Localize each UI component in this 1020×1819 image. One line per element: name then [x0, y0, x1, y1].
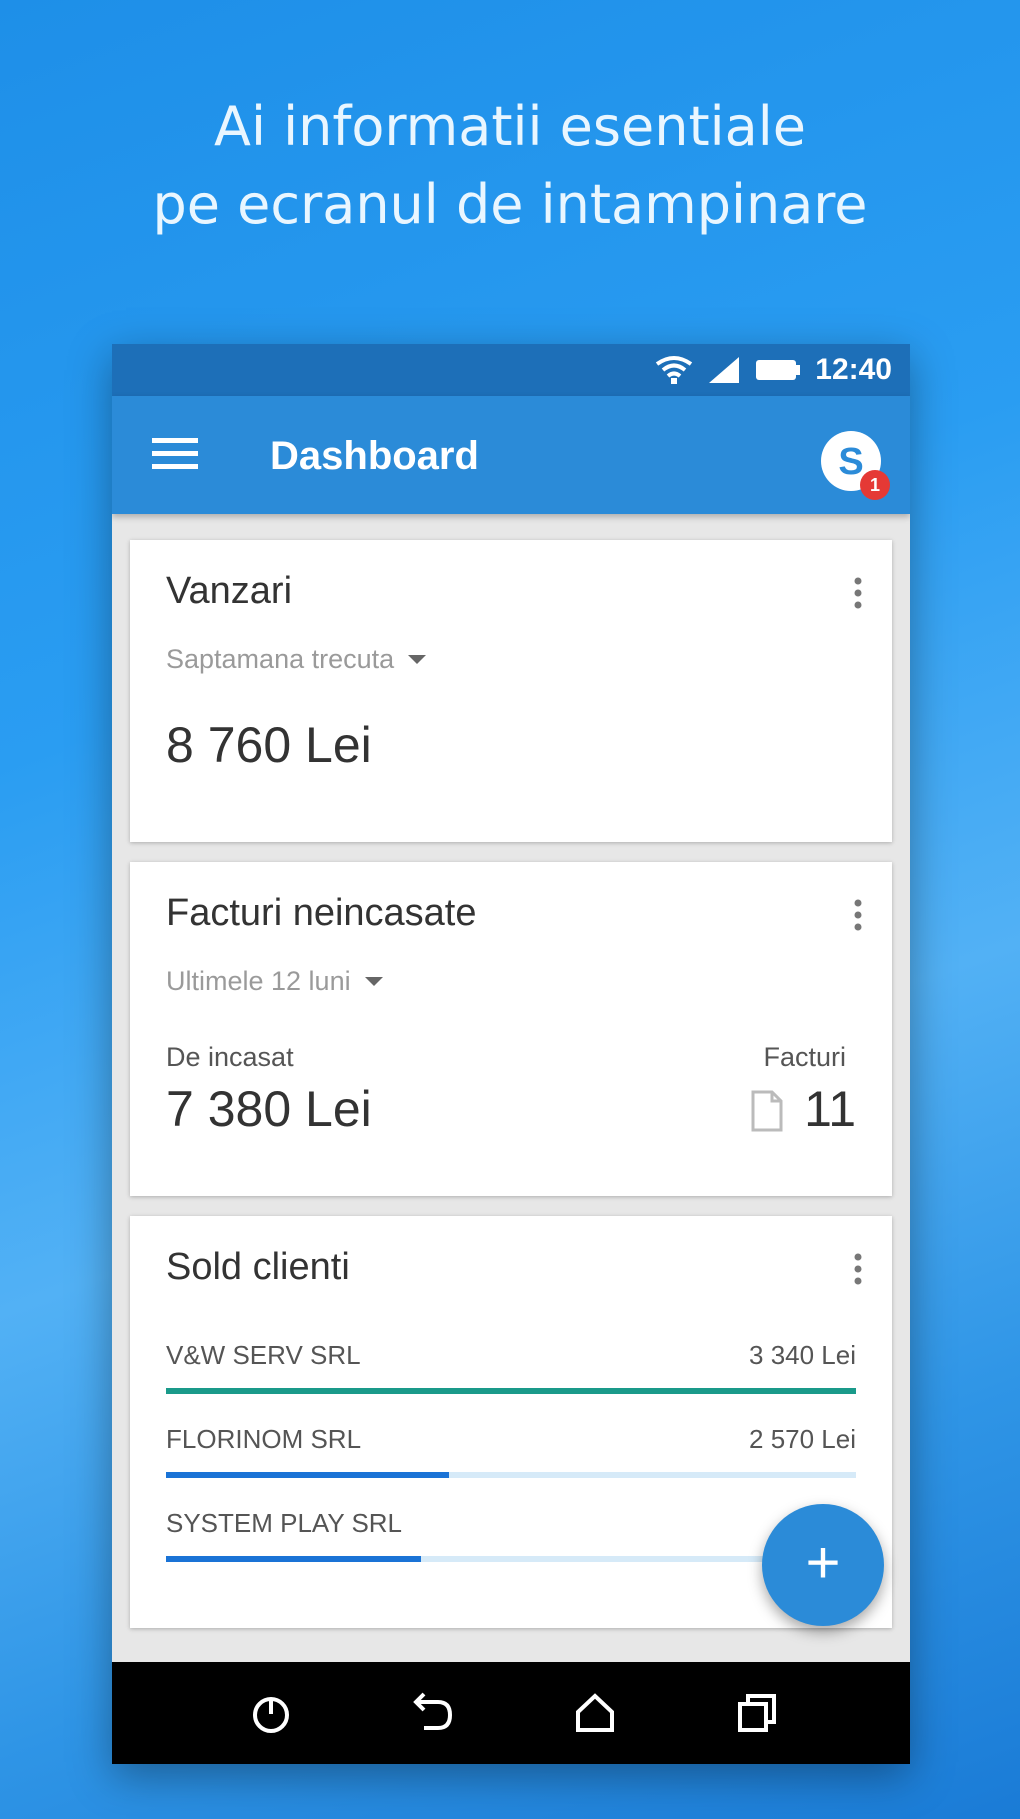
invoices-count: 11 — [804, 1081, 856, 1137]
hero-title: Ai informatii esentiale pe ecranul de in… — [0, 88, 1020, 244]
more-vert-icon[interactable] — [852, 898, 864, 932]
sales-card: Vanzari Saptamana trecuta 8 760 Lei — [130, 540, 892, 842]
invoices-label: Facturi — [763, 1042, 846, 1072]
to-collect-value: 7 380 Lei — [166, 1081, 372, 1137]
hero-line-2: pe ecranul de intampinare — [152, 173, 868, 236]
system-nav-bar — [112, 1662, 910, 1764]
unpaid-invoices-card: Facturi neincasate Ultimele 12 luni De i… — [130, 862, 892, 1196]
balance-progress-fill — [166, 1556, 422, 1562]
hero-line-1: Ai informatii esentiale — [214, 95, 806, 158]
account-letter: S — [838, 441, 863, 483]
more-vert-icon[interactable] — [852, 1252, 864, 1286]
app-bar: Dashboard S 1 — [112, 396, 910, 514]
balance-card-title: Sold clienti — [166, 1246, 350, 1288]
dropdown-caret-icon — [364, 977, 383, 986]
sales-card-title: Vanzari — [166, 570, 293, 612]
to-collect-label: De incasat — [166, 1042, 294, 1072]
client-row[interactable]: V&W SERV SRL 3 340 Lei — [166, 1340, 856, 1400]
signal-icon — [709, 357, 740, 383]
balance-progress-fill — [166, 1472, 449, 1478]
unpaid-card-title: Facturi neincasate — [166, 892, 477, 934]
phone-screen: 12:40 Dashboard S 1 Vanzari Saptamana tr… — [112, 344, 910, 1764]
client-name: FLORINOM SRL — [166, 1424, 362, 1454]
status-bar: 12:40 — [112, 344, 910, 396]
client-amount: 2 570 Lei — [749, 1424, 856, 1454]
balance-progress-track — [166, 1556, 856, 1562]
dropdown-caret-icon — [408, 655, 427, 664]
balance-progress-track — [166, 1388, 856, 1394]
app-title: Dashboard — [270, 434, 479, 478]
recents-icon[interactable] — [732, 1688, 782, 1738]
wifi-icon — [656, 356, 693, 384]
client-name: SYSTEM PLAY SRL — [166, 1508, 403, 1538]
document-icon — [751, 1090, 783, 1132]
sales-value: 8 760 Lei — [166, 717, 372, 773]
client-name: V&W SERV SRL — [166, 1340, 361, 1370]
client-row[interactable]: SYSTEM PLAY SRL 1 2 — [166, 1508, 856, 1568]
add-fab-button[interactable]: + — [762, 1504, 884, 1626]
more-vert-icon[interactable] — [852, 576, 864, 610]
balance-progress-track — [166, 1472, 856, 1478]
battery-icon — [756, 360, 801, 380]
balance-progress-fill — [166, 1388, 856, 1394]
hamburger-menu-icon[interactable] — [152, 434, 198, 474]
back-icon[interactable] — [408, 1688, 458, 1738]
client-amount: 3 340 Lei — [749, 1340, 856, 1370]
notification-badge: 1 — [860, 470, 890, 500]
client-row[interactable]: FLORINOM SRL 2 570 Lei — [166, 1424, 856, 1484]
power-icon[interactable] — [246, 1688, 296, 1738]
sales-period-dropdown[interactable]: Saptamana trecuta — [166, 644, 427, 675]
unpaid-period-dropdown[interactable]: Ultimele 12 luni — [166, 966, 383, 997]
unpaid-period-label: Ultimele 12 luni — [166, 966, 351, 996]
status-time: 12:40 — [815, 353, 892, 386]
home-icon[interactable] — [570, 1688, 620, 1738]
sales-period-label: Saptamana trecuta — [166, 644, 395, 674]
